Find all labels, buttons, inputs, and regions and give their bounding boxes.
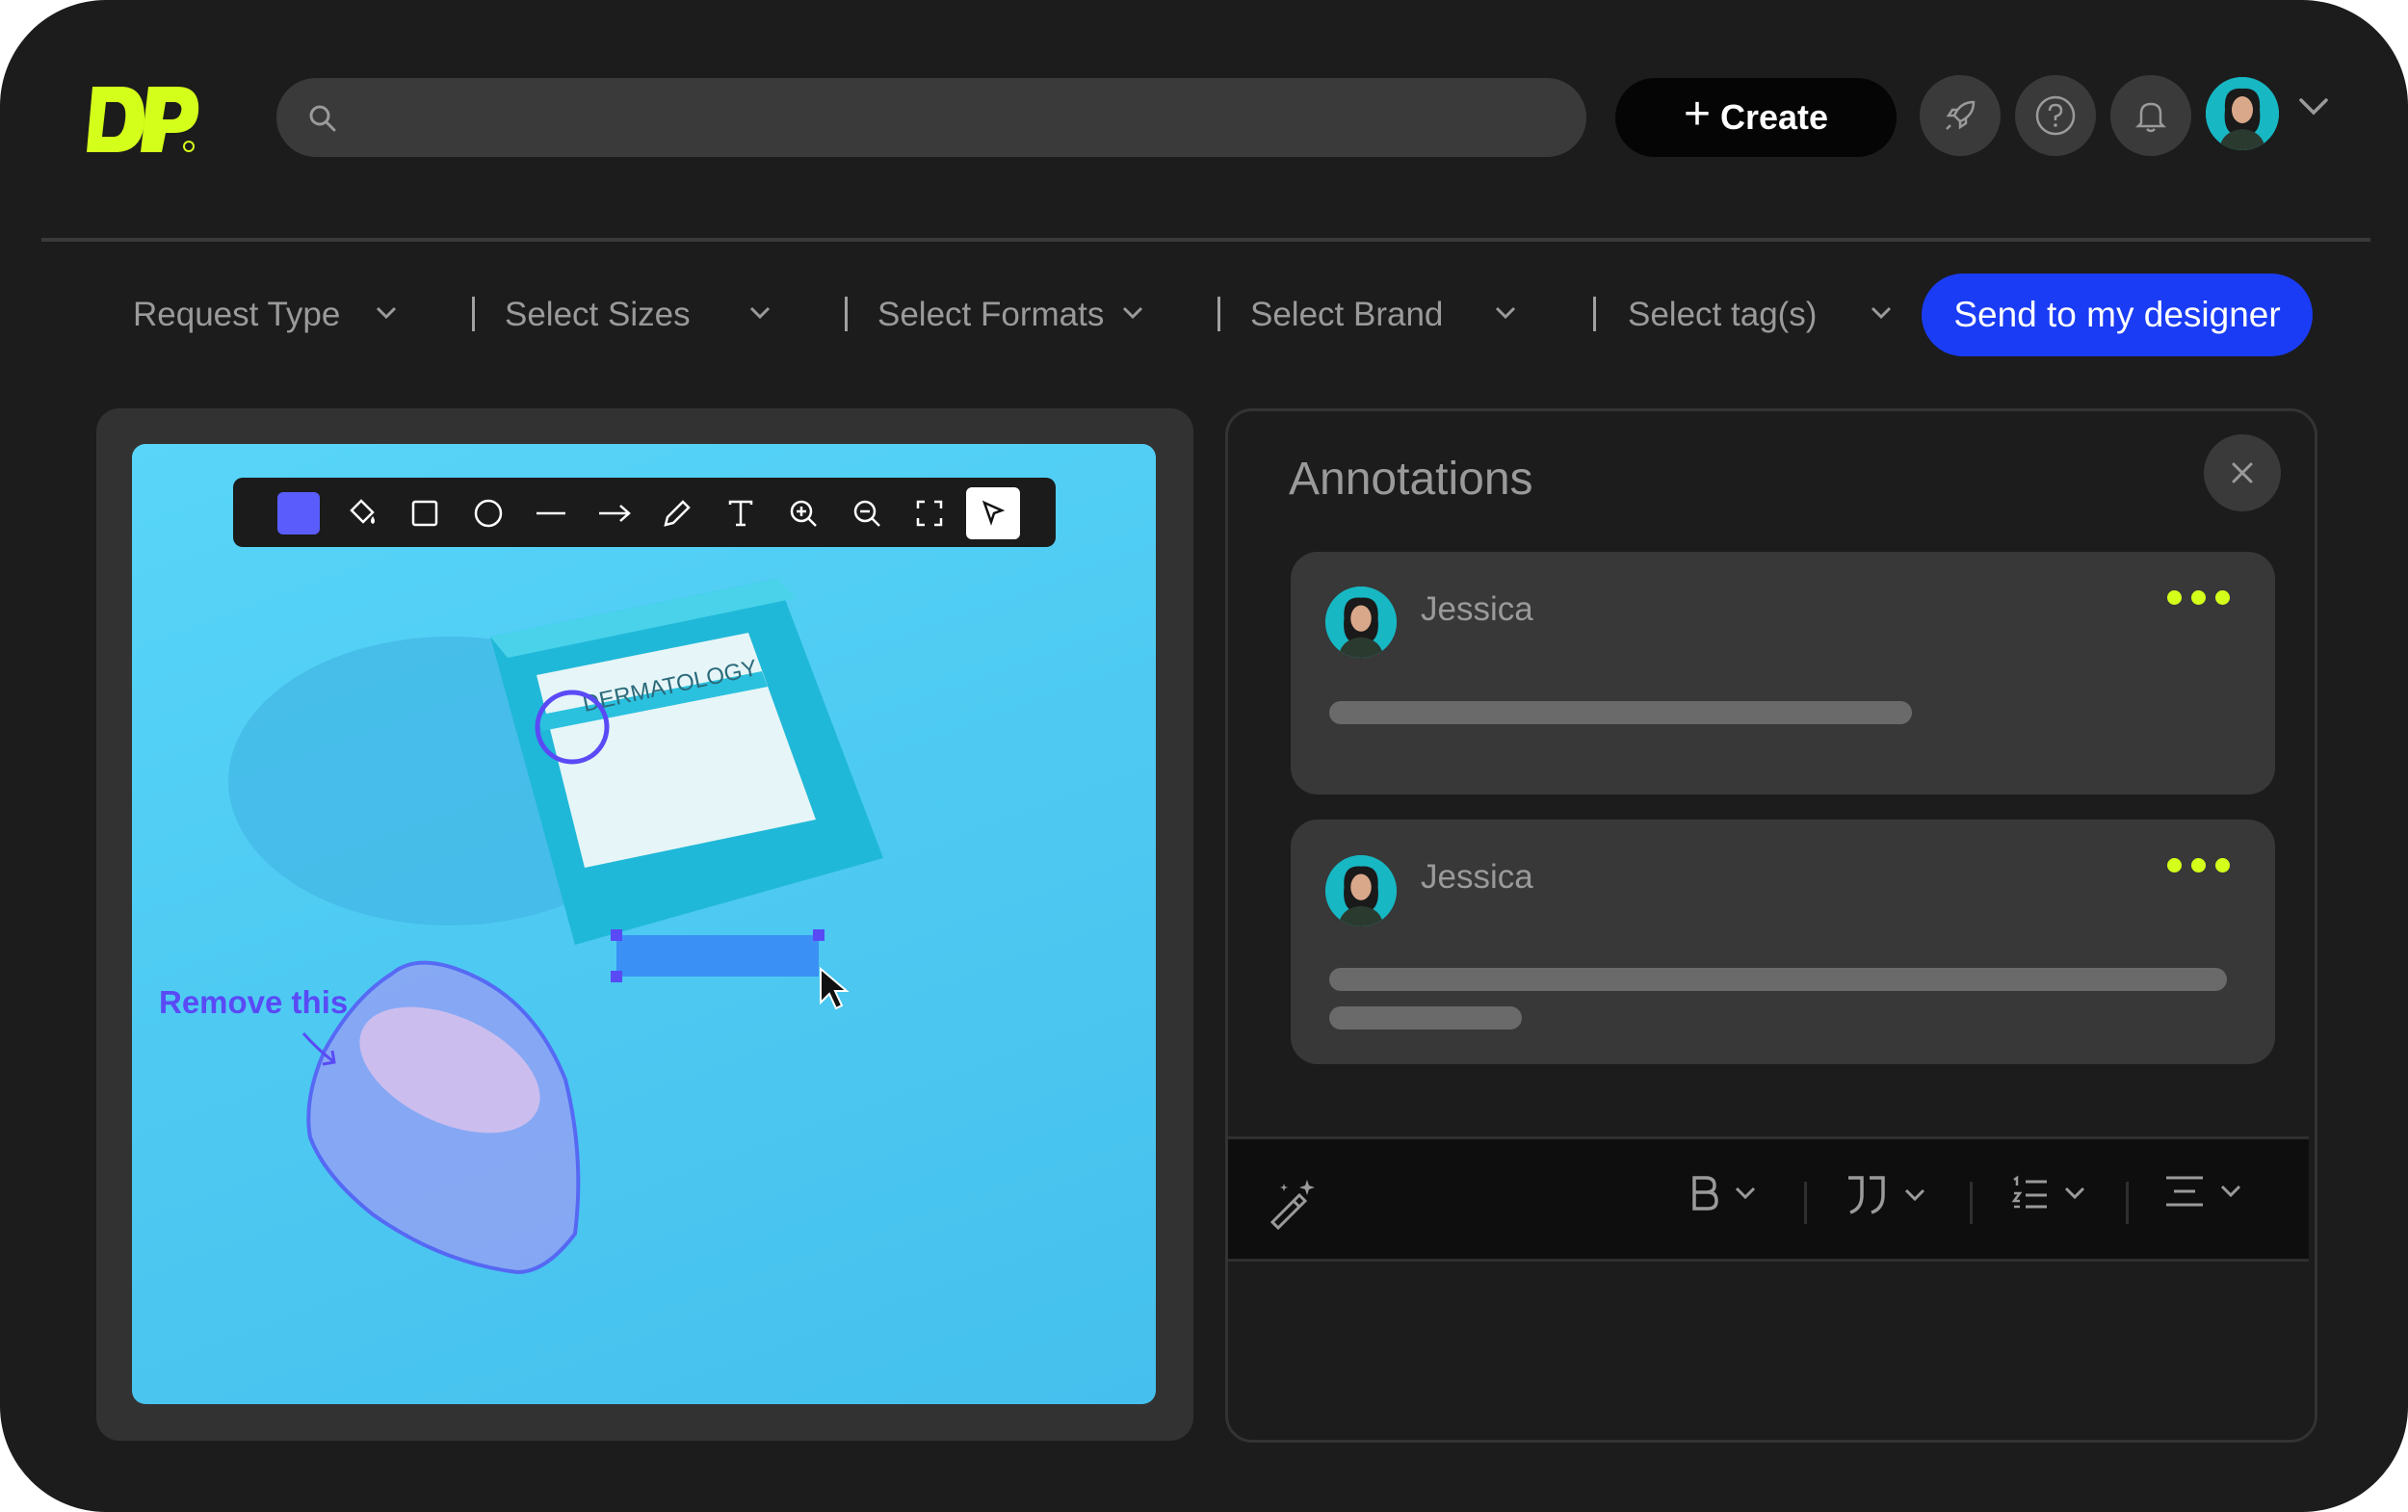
color-swatch-icon (277, 492, 320, 534)
product-photo: DERMATOLOGY (228, 579, 883, 1275)
filter-separator (1593, 297, 1596, 331)
text-tool-button[interactable] (714, 487, 768, 539)
user-avatar[interactable] (2206, 77, 2279, 150)
pencil-icon (664, 500, 691, 527)
zoom-in-button[interactable] (776, 487, 830, 539)
create-label: Create (1719, 97, 1829, 137)
fit-screen-icon (916, 500, 943, 527)
author-name: Jessica (1421, 590, 1533, 628)
filter-separator (1217, 297, 1220, 331)
brand-logo[interactable] (85, 83, 205, 158)
paint-bucket-icon (350, 499, 375, 524)
rocket-button[interactable] (1920, 75, 2001, 156)
quote-dropdown[interactable] (1845, 1174, 1927, 1216)
color-swatch-button[interactable] (272, 487, 326, 539)
filter-separator (845, 297, 848, 331)
bold-icon (1692, 1176, 1718, 1211)
magic-wand-button[interactable] (1265, 1176, 1319, 1230)
toolbar-separator (1804, 1182, 1807, 1224)
zoom-in-icon (790, 500, 817, 527)
zoom-out-button[interactable] (840, 487, 894, 539)
app-window: + Create Request Type Select Sizes Selec… (0, 0, 2408, 1512)
list-dropdown[interactable] (2010, 1174, 2087, 1212)
chevron-down-icon (1871, 306, 1892, 320)
numbered-list-icon (2011, 1175, 2047, 1209)
comment-placeholder-line (1329, 968, 2227, 991)
line-tool-button[interactable] (524, 487, 578, 539)
avatar (1325, 587, 1397, 658)
circle-icon (474, 499, 503, 528)
text-icon (728, 500, 753, 527)
align-dropdown[interactable] (2164, 1174, 2243, 1209)
select-tool-button[interactable] (966, 487, 1020, 539)
line-icon (537, 511, 565, 515)
magic-wand-icon (1269, 1180, 1315, 1230)
pencil-tool-button[interactable] (650, 487, 704, 539)
editor-toolbar (1228, 1136, 2309, 1262)
fill-tool-button[interactable] (335, 487, 389, 539)
chevron-down-icon (1122, 306, 1143, 320)
chevron-down-icon (376, 306, 397, 320)
search-input[interactable] (276, 78, 1586, 157)
bold-dropdown[interactable] (1690, 1174, 1758, 1212)
select-sizes-select[interactable]: Select Sizes (472, 285, 780, 345)
select-sizes-label: Select Sizes (505, 296, 691, 333)
comment-placeholder-line (1329, 701, 1912, 724)
bell-icon (2134, 102, 2167, 133)
rocket-icon (1946, 100, 1976, 130)
avatar (1325, 855, 1397, 926)
comment-text-area[interactable] (1228, 1259, 2309, 1432)
close-button[interactable] (2204, 434, 2281, 511)
drawing-toolbar (233, 478, 1056, 547)
send-to-designer-button[interactable]: Send to my designer (1922, 274, 2313, 356)
rectangle-tool-button[interactable] (398, 487, 452, 539)
plus-icon: + (1683, 89, 1711, 140)
help-button[interactable] (2015, 75, 2096, 156)
request-type-label: Request Type (133, 296, 341, 333)
close-icon (2232, 462, 2253, 483)
quote-icon (1848, 1176, 1885, 1214)
request-type-select[interactable]: Request Type (133, 285, 412, 345)
chevron-down-icon (749, 306, 771, 320)
create-button[interactable]: + Create (1615, 78, 1897, 157)
comment-placeholder-line (1329, 1006, 1522, 1030)
more-options-icon[interactable] (2167, 590, 2230, 605)
select-tags-label: Select tag(s) (1628, 296, 1818, 333)
align-center-icon (2166, 1176, 2203, 1207)
chevron-down-icon (1735, 1186, 1756, 1200)
send-to-designer-label: Send to my designer (1953, 295, 2281, 334)
chevron-down-icon[interactable] (2297, 96, 2330, 117)
chevron-down-icon (2220, 1185, 2241, 1198)
toolbar-separator (2126, 1182, 2129, 1224)
arrow-right-icon (599, 505, 631, 522)
select-tags-select[interactable]: Select tag(s) (1593, 285, 1901, 345)
search-icon (309, 105, 336, 132)
chevron-down-icon (2064, 1186, 2085, 1200)
select-formats-label: Select Formats (877, 296, 1105, 333)
rectangle-icon (411, 500, 438, 527)
toolbar-separator (1970, 1182, 1973, 1224)
notifications-button[interactable] (2110, 75, 2191, 156)
cursor-icon (982, 500, 1006, 526)
arrow-tool-button[interactable] (588, 487, 641, 539)
filter-separator (472, 297, 475, 331)
fit-screen-button[interactable] (903, 487, 956, 539)
product-image-canvas[interactable]: DERMATOLOGY (132, 444, 1156, 1404)
chevron-down-icon (1495, 306, 1516, 320)
header-divider (41, 238, 2370, 242)
annotations-title: Annotations (1289, 454, 1533, 505)
select-brand-label: Select Brand (1250, 296, 1444, 333)
annotation-card[interactable]: Jessica (1291, 552, 2275, 795)
remove-this-annotation[interactable]: Remove this (159, 984, 348, 1021)
select-brand-select[interactable]: Select Brand (1217, 285, 1526, 345)
help-icon (2035, 95, 2076, 136)
author-name: Jessica (1421, 858, 1533, 896)
chevron-down-icon (1904, 1188, 1925, 1202)
select-formats-select[interactable]: Select Formats (845, 285, 1153, 345)
annotation-card[interactable]: Jessica (1291, 820, 2275, 1064)
more-options-icon[interactable] (2167, 858, 2230, 873)
ellipse-tool-button[interactable] (461, 487, 515, 539)
zoom-out-icon (853, 500, 880, 527)
